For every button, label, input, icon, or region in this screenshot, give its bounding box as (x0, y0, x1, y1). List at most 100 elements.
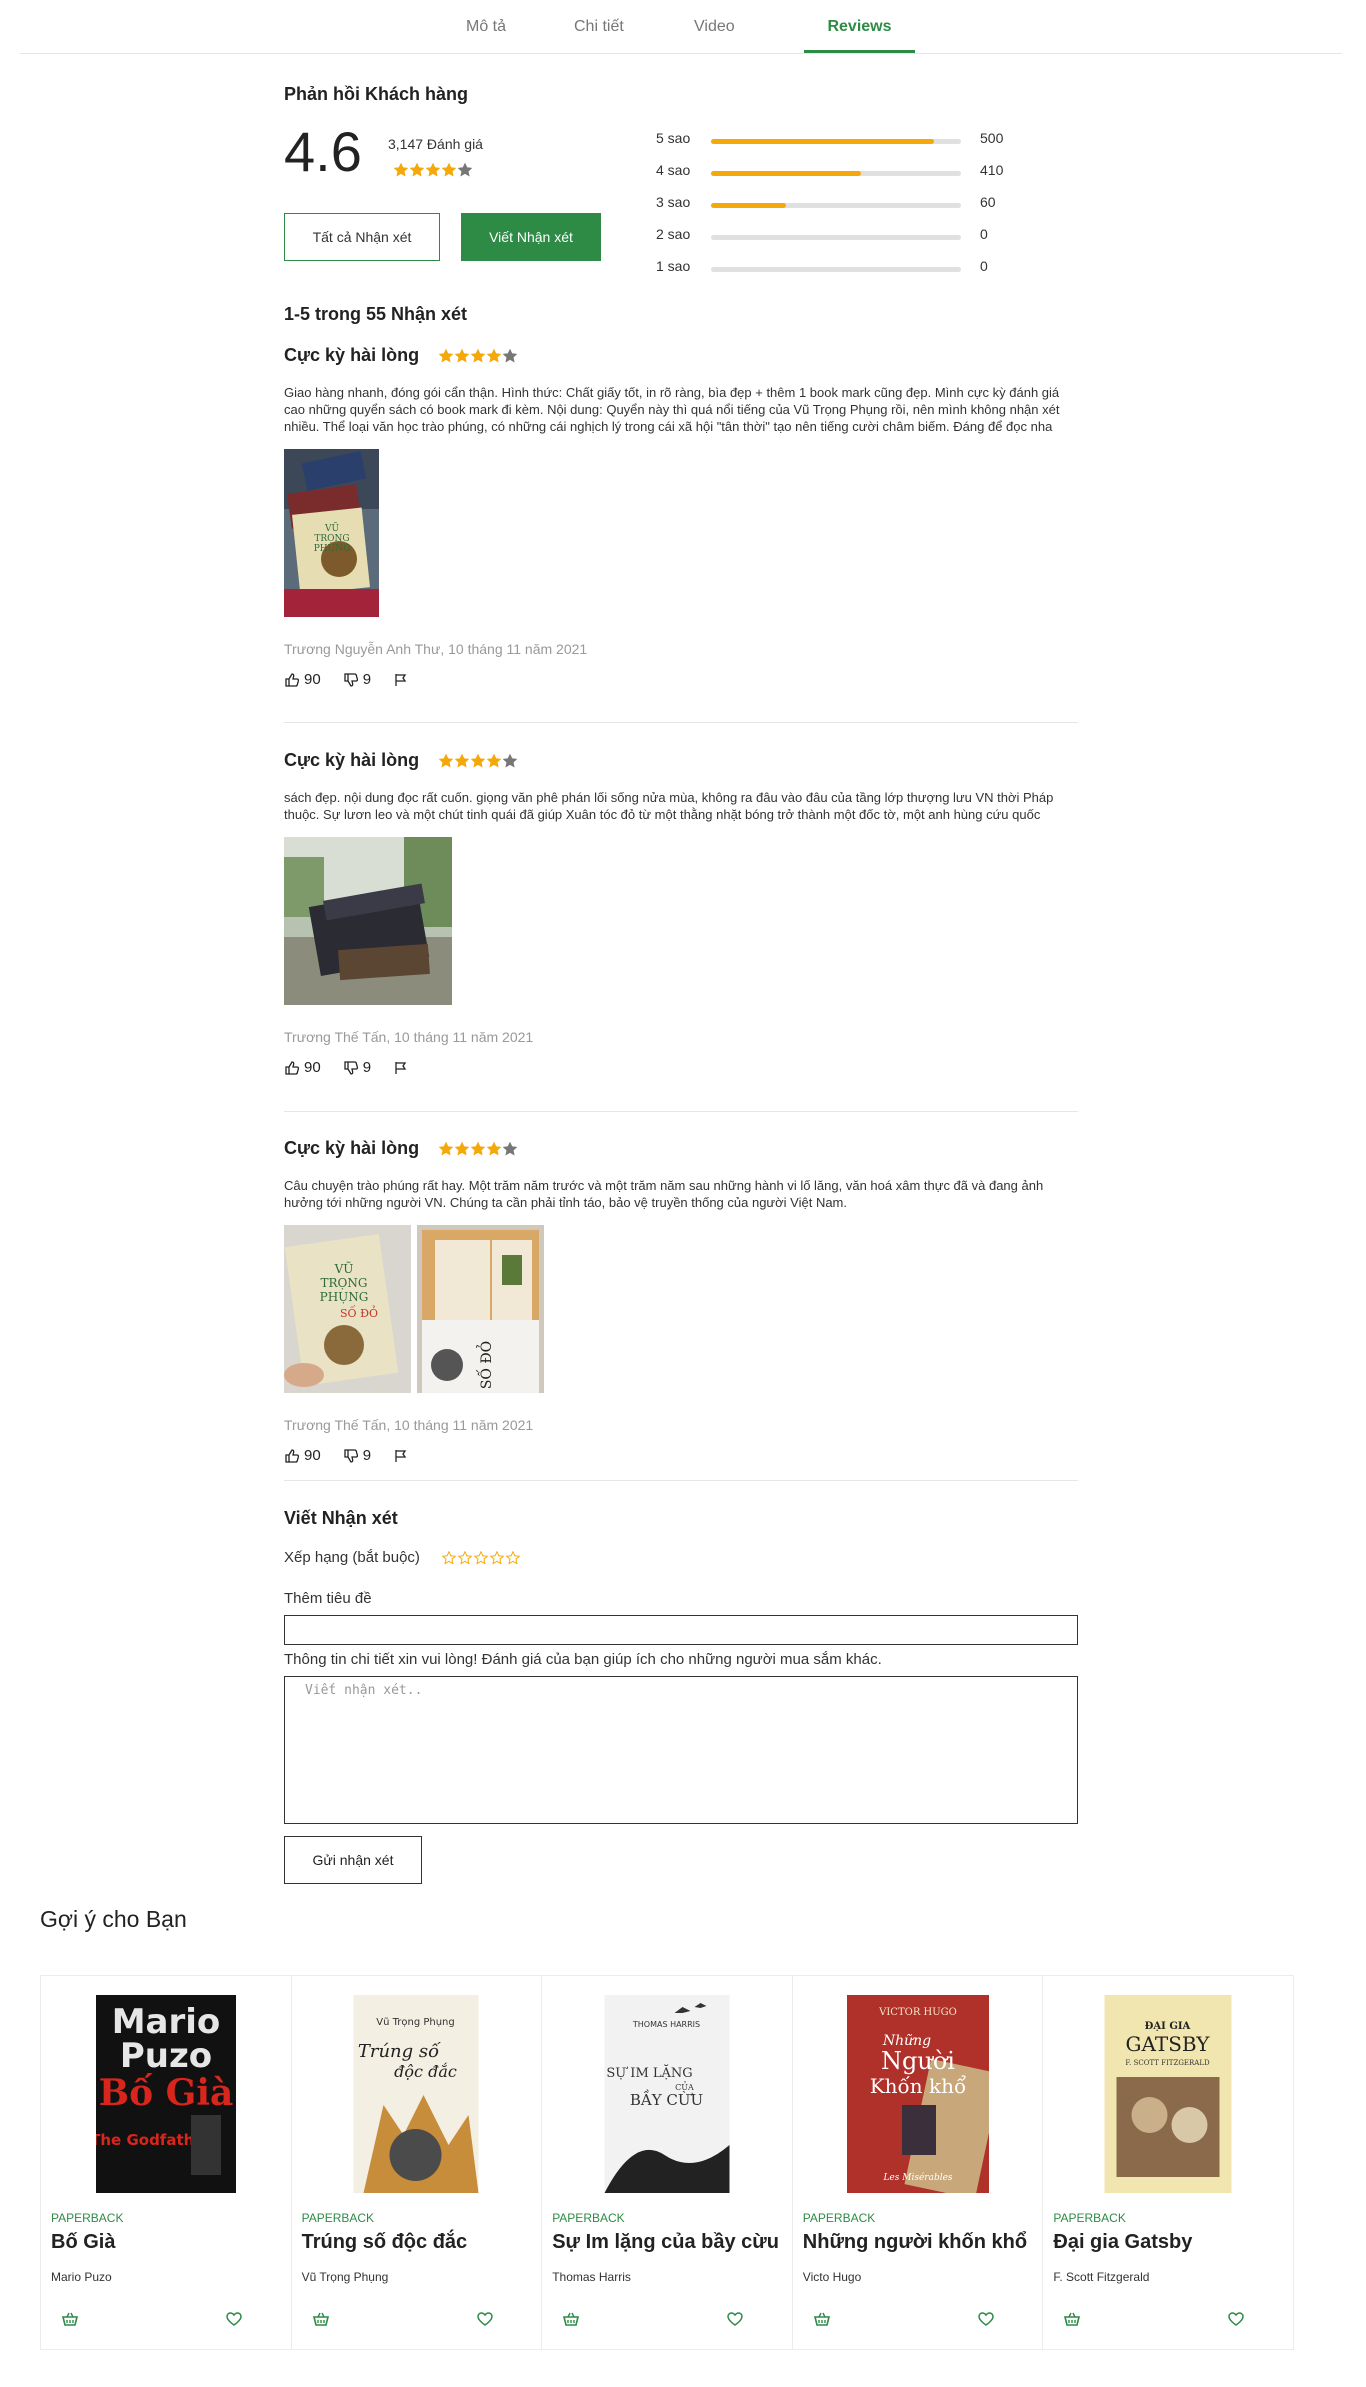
book-title[interactable]: Trúng số độc đắc (302, 2231, 468, 2254)
book-author: Vũ Trọng Phụng (301, 2270, 389, 2284)
details-label: Thông tin chi tiết xin vui lòng! Đánh gi… (284, 1651, 882, 1668)
book-title[interactable]: Bố Già (51, 2231, 115, 2254)
heart-icon[interactable] (977, 2311, 995, 2327)
tab-video[interactable]: Video (694, 18, 735, 36)
distribution-fill (711, 203, 786, 208)
product-card[interactable]: THOMAS HARRIS SỰ IM LẶNG CỦA BẦY CỪU PAP… (541, 1975, 793, 2350)
product-card[interactable]: ĐẠI GIA GATSBY F. SCOTT FITZGERALD PAPER… (1042, 1975, 1294, 2350)
heart-icon[interactable] (726, 2311, 744, 2327)
heart-icon[interactable] (225, 2311, 243, 2327)
dislike-count: 9 (362, 1059, 372, 1076)
product-card[interactable]: VICTOR HUGO Những Người Khốn khổ Les Mis… (791, 1975, 1044, 2350)
cover-text: Vũ Trọng Phụng (377, 2017, 455, 2028)
review-photo[interactable] (284, 837, 452, 1005)
write-review-button[interactable]: Viết Nhận xét (461, 213, 601, 261)
rating-count: 3,147 Đánh giá (388, 136, 483, 152)
distribution-label: 1 sao (656, 258, 691, 274)
headline-input[interactable] (284, 1615, 1078, 1645)
book-cover[interactable]: VICTOR HUGO Những Người Khốn khổ Les Mis… (846, 1995, 989, 2193)
write-review-title: Viết Nhận xét (284, 1508, 398, 1528)
basket-icon[interactable] (312, 2311, 330, 2327)
star-icon (455, 753, 470, 767)
star-icon (487, 1141, 502, 1155)
star-icon[interactable] (457, 1550, 472, 1565)
heart-icon[interactable] (1227, 2311, 1245, 2327)
write-review-form: Viết Nhận xét Xếp hạng (bắt buộc) Thêm t… (284, 1508, 1078, 1884)
review-author-date: Trương Nguyễn Anh Thư, 10 tháng 11 năm 2… (284, 641, 588, 657)
star-icon[interactable] (505, 1550, 520, 1565)
cover-text: độc đắc (395, 2062, 458, 2081)
book-title[interactable]: Những người khốn khổ (803, 2231, 1027, 2254)
dislike-button[interactable]: 9 (343, 671, 371, 688)
customer-feedback-title: Phản hồi Khách hàng (284, 84, 469, 104)
star-icon[interactable] (441, 1550, 456, 1565)
tab-description[interactable]: Mô tả (466, 18, 506, 36)
dislike-button[interactable]: 9 (343, 1059, 371, 1076)
like-count: 90 (304, 671, 321, 688)
tab-details[interactable]: Chi tiết (574, 18, 624, 36)
product-card[interactable]: Vũ Trọng Phụng Trúng số độc đắc PAPERBAC… (290, 1975, 543, 2350)
basket-icon[interactable] (1063, 2311, 1081, 2327)
like-button[interactable]: 90 (284, 1059, 321, 1076)
review-item: Cực kỳ hài lòng Câu chuyện trào phúng rấ… (284, 1138, 1078, 1464)
book-cover[interactable]: THOMAS HARRIS SỰ IM LẶNG CỦA BẦY CỪU (604, 1995, 730, 2193)
thumbs-up-icon (285, 1060, 300, 1075)
report-button[interactable] (393, 1448, 409, 1464)
review-photo[interactable]: SỐ ĐỎ (417, 1225, 544, 1393)
submit-review-button[interactable]: Gửi nhận xét (284, 1836, 422, 1884)
distribution-label: 4 sao (656, 162, 691, 178)
book-format: PAPERBACK (802, 2211, 876, 2225)
thumbs-up-icon (285, 672, 300, 687)
cover-text: Bố Già (98, 2072, 233, 2114)
review-photo[interactable]: VŨ TRỌNG PHỤNG SỐ ĐỎ (284, 1225, 411, 1393)
star-icon (439, 348, 454, 362)
photo-cover-text: VŨ (334, 1261, 354, 1276)
flag-icon (395, 1061, 407, 1074)
distribution-fill (711, 171, 861, 176)
photo-cover-text: TRỌNG (321, 1276, 368, 1290)
cover-text: SỰ IM LẶNG (606, 2065, 692, 2081)
distribution-row: 3 sao 60 (656, 194, 1016, 214)
book-author: Thomas Harris (552, 2270, 631, 2284)
book-title[interactable]: Sự Im lặng của bầy cừu (552, 2231, 779, 2254)
report-button[interactable] (393, 672, 409, 688)
book-cover[interactable]: Vũ Trọng Phụng Trúng số độc đắc (353, 1995, 479, 2193)
distribution-track (711, 139, 961, 144)
basket-icon[interactable] (61, 2311, 79, 2327)
like-button[interactable]: 90 (284, 1447, 321, 1464)
book-cover[interactable]: Mario Puzo Bố Già The Godfather (95, 1995, 236, 2193)
thumbs-up-icon (285, 1448, 300, 1463)
star-icon (503, 753, 518, 767)
rating-input-stars[interactable] (441, 1550, 520, 1565)
review-textarea[interactable]: Viết nhận xét.. (284, 1676, 1078, 1824)
heart-icon[interactable] (476, 2311, 494, 2327)
average-rating: 4.6 (284, 120, 362, 183)
distribution-track (711, 171, 961, 176)
book-title[interactable]: Đại gia Gatsby (1053, 2231, 1192, 2254)
book-cover[interactable]: ĐẠI GIA GATSBY F. SCOTT FITZGERALD (1104, 1995, 1232, 2193)
all-reviews-button[interactable]: Tất cả Nhận xét (284, 213, 440, 261)
book-format: PAPERBACK (301, 2211, 375, 2225)
distribution-row: 2 sao 0 (656, 226, 1016, 246)
star-icon[interactable] (489, 1550, 504, 1565)
distribution-count: 0 (980, 258, 988, 274)
distribution-label: 2 sao (656, 226, 691, 242)
cover-text: Puzo (120, 2036, 212, 2076)
like-button[interactable]: 90 (284, 671, 321, 688)
product-card[interactable]: Mario Puzo Bố Già The Godfather PAPERBAC… (40, 1975, 292, 2350)
dislike-button[interactable]: 9 (343, 1447, 371, 1464)
distribution-track (711, 267, 961, 272)
review-photo[interactable]: VŨ TRỌNG PHỤNG (284, 449, 379, 617)
tab-active-indicator (804, 50, 915, 53)
suggestions-list: Mario Puzo Bố Già The Godfather PAPERBAC… (40, 1975, 1298, 2350)
basket-icon[interactable] (813, 2311, 831, 2327)
tab-reviews[interactable]: Reviews (804, 18, 915, 36)
report-button[interactable] (393, 1060, 409, 1076)
basket-icon[interactable] (562, 2311, 580, 2327)
book-author: Mario Puzo (51, 2270, 112, 2284)
like-count: 90 (304, 1059, 321, 1076)
star-icon (455, 348, 470, 362)
cover-text: ĐẠI GIA (1145, 2021, 1191, 2032)
star-icon[interactable] (473, 1550, 488, 1565)
star-icon (394, 163, 408, 177)
